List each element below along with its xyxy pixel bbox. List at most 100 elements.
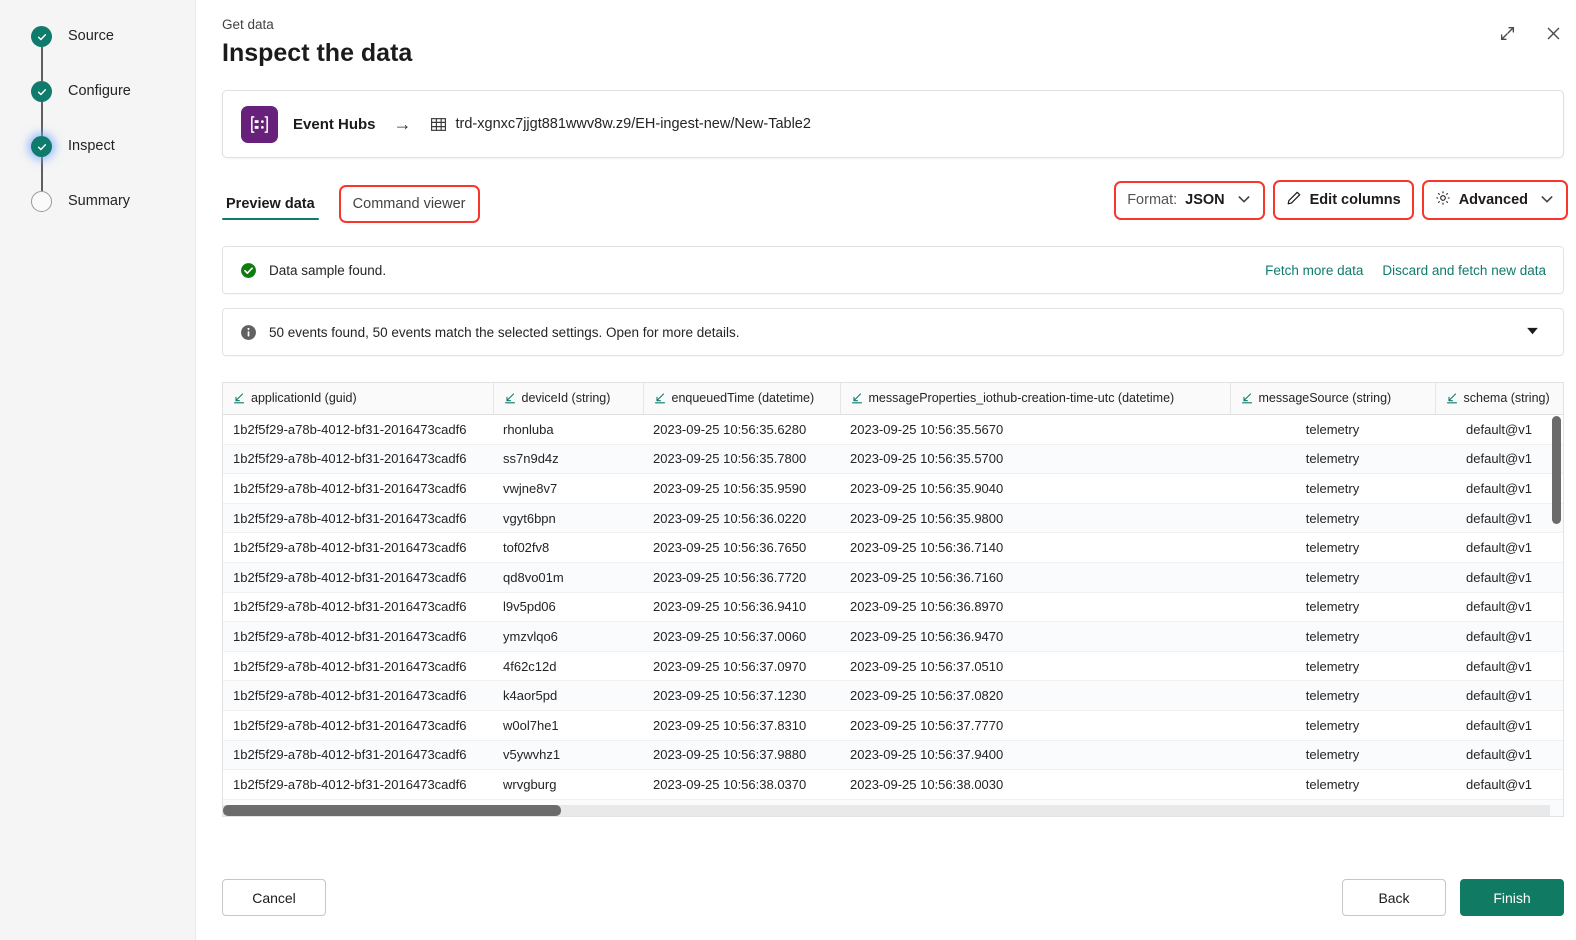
back-button[interactable]: Back — [1342, 879, 1446, 916]
table-row[interactable]: 1b2f5f29-a78b-4012-bf31-2016473cadf6 tof0… — [223, 532, 1563, 563]
table-row[interactable]: 1b2f5f29-a78b-4012-bf31-2016473cadf6 ymzv… — [223, 621, 1563, 652]
tab-preview-data[interactable]: Preview data — [222, 196, 319, 220]
table-cell: k4aor5pd — [493, 680, 643, 711]
table-row[interactable]: 1b2f5f29-a78b-4012-bf31-2016473cadf6 w0ol… — [223, 710, 1563, 741]
table-cell: ss7n9d4z — [493, 444, 643, 475]
table-cell: telemetry — [1230, 769, 1435, 800]
table-cell: 2023-09-25 10:56:38.0370 — [643, 769, 840, 800]
table-row[interactable]: 1b2f5f29-a78b-4012-bf31-2016473cadf6 qd8v… — [223, 562, 1563, 593]
column-header-label: messageSource (string) — [1258, 391, 1392, 405]
source-summary-card: Event Hubs → trd-xgnxc7jjgt881wwv8w.z9/E… — [222, 90, 1564, 158]
column-header-messagesource[interactable]: messageSource (string) — [1229, 383, 1435, 415]
table-cell: 2023-09-25 10:56:37.1230 — [643, 680, 840, 711]
expand-icon[interactable] — [1492, 18, 1522, 48]
table-horizontal-scrollbar[interactable] — [223, 805, 1550, 816]
advanced-dropdown[interactable]: Advanced — [1421, 180, 1569, 220]
column-header-label: applicationId (guid) — [251, 391, 357, 405]
discard-and-fetch-link[interactable]: Discard and fetch new data — [1382, 263, 1546, 278]
wizard-footer: Cancel Back Finish — [196, 855, 1576, 940]
table-cell: 2023-09-25 10:56:35.9800 — [840, 503, 1230, 534]
advanced-label: Advanced — [1458, 192, 1528, 208]
cancel-button[interactable]: Cancel — [222, 879, 326, 916]
data-preview-table: applicationId (guid) deviceId (string) e… — [222, 382, 1564, 817]
finish-button[interactable]: Finish — [1460, 879, 1564, 916]
sidebar-step-inspect[interactable]: Inspect — [31, 136, 195, 191]
table-cell: 2023-09-25 10:56:36.7140 — [840, 532, 1230, 563]
sidebar-step-configure[interactable]: Configure — [31, 81, 195, 136]
table-row[interactable]: 1b2f5f29-a78b-4012-bf31-2016473cadf6 ss7n… — [223, 444, 1563, 475]
data-sample-text: Data sample found. — [269, 262, 387, 278]
format-label: Format: — [1127, 192, 1178, 208]
column-header-label: messageProperties_iothub-creation-time-u… — [868, 391, 1175, 405]
success-check-icon — [240, 262, 257, 279]
table-cell: default@v1 — [1435, 680, 1563, 711]
table-cell: 2023-09-25 10:56:37.9400 — [840, 740, 1230, 771]
table-cell: telemetry — [1230, 503, 1435, 534]
edit-columns-button[interactable]: Edit columns — [1272, 180, 1414, 220]
table-cell: qd8vo01m — [493, 562, 643, 593]
column-header-applicationid[interactable]: applicationId (guid) — [223, 383, 493, 415]
step-pending-icon — [31, 191, 52, 212]
sidebar-step-summary[interactable]: Summary — [31, 191, 195, 246]
table-cell: telemetry — [1230, 473, 1435, 504]
column-header-schema[interactable]: schema (string) — [1434, 383, 1563, 415]
event-hubs-icon — [241, 105, 278, 143]
step-complete-icon — [31, 81, 52, 102]
table-cell: telemetry — [1230, 414, 1435, 445]
table-cell: 1b2f5f29-a78b-4012-bf31-2016473cadf6 — [223, 592, 493, 623]
table-row[interactable]: 1b2f5f29-a78b-4012-bf31-2016473cadf6 k4ao… — [223, 680, 1563, 711]
table-cell: default@v1 — [1435, 503, 1563, 534]
table-header: applicationId (guid) deviceId (string) e… — [223, 383, 1563, 415]
table-cell: 1b2f5f29-a78b-4012-bf31-2016473cadf6 — [223, 621, 493, 652]
table-cell: rhonluba — [493, 414, 643, 445]
chevron-down-icon[interactable] — [1519, 319, 1546, 345]
table-cell: 1b2f5f29-a78b-4012-bf31-2016473cadf6 — [223, 532, 493, 563]
column-header-enqueuedtime[interactable]: enqueuedTime (datetime) — [642, 383, 840, 415]
format-dropdown[interactable]: Format: JSON — [1114, 180, 1265, 220]
fetch-more-data-link[interactable]: Fetch more data — [1265, 263, 1363, 278]
banner-actions: Fetch more data Discard and fetch new da… — [1265, 263, 1546, 278]
data-sample-banner: Data sample found. Fetch more data Disca… — [222, 246, 1564, 294]
table-cell: 1b2f5f29-a78b-4012-bf31-2016473cadf6 — [223, 740, 493, 771]
table-cell: 2023-09-25 10:56:37.8310 — [643, 710, 840, 741]
table-row[interactable]: 1b2f5f29-a78b-4012-bf31-2016473cadf6 l9v5… — [223, 592, 1563, 623]
table-cell: 1b2f5f29-a78b-4012-bf31-2016473cadf6 — [223, 414, 493, 445]
horizontal-scroll-thumb[interactable] — [223, 805, 562, 816]
table-row[interactable]: 1b2f5f29-a78b-4012-bf31-2016473cadf6 4f62… — [223, 651, 1563, 682]
table-cell: 2023-09-25 10:56:37.9880 — [643, 740, 840, 771]
table-cell: 2023-09-25 10:56:36.7160 — [840, 562, 1230, 593]
table-row[interactable]: 1b2f5f29-a78b-4012-bf31-2016473cadf6 vwjn… — [223, 473, 1563, 504]
table-row[interactable]: 1b2f5f29-a78b-4012-bf31-2016473cadf6 rhon… — [223, 414, 1563, 445]
table-cell: 2023-09-25 10:56:38.0030 — [840, 769, 1230, 800]
table-vertical-scrollbar[interactable] — [1552, 416, 1561, 786]
column-header-deviceid[interactable]: deviceId (string) — [492, 383, 643, 415]
column-header-label: schema (string) — [1463, 391, 1550, 405]
table-cell: telemetry — [1230, 651, 1435, 682]
table-cell: default@v1 — [1435, 710, 1563, 741]
step-connector — [41, 157, 43, 191]
preview-table: applicationId (guid) deviceId (string) e… — [223, 383, 1563, 816]
close-icon[interactable] — [1538, 18, 1568, 48]
table-cell: 2023-09-25 10:56:37.7770 — [840, 710, 1230, 741]
table-row[interactable]: 1b2f5f29-a78b-4012-bf31-2016473cadf6 v5yw… — [223, 740, 1563, 771]
table-cell: 2023-09-25 10:56:35.6280 — [643, 414, 840, 445]
sidebar-step-label: Configure — [68, 83, 131, 99]
gear-icon — [1435, 190, 1451, 210]
tab-command-viewer[interactable]: Command viewer — [338, 185, 480, 223]
column-header-messageproperties[interactable]: messageProperties_iothub-creation-time-u… — [839, 383, 1230, 415]
table-cell: 2023-09-25 10:56:36.0220 — [643, 503, 840, 534]
panel-header: Get data Inspect the data — [196, 0, 1576, 69]
sidebar-step-label: Source — [68, 28, 114, 44]
footer-right-actions: Back Finish — [1342, 879, 1564, 916]
table-row[interactable]: 1b2f5f29-a78b-4012-bf31-2016473cadf6 vgyt… — [223, 503, 1563, 534]
sidebar-step-source[interactable]: Source — [31, 26, 195, 81]
table-cell: default@v1 — [1435, 444, 1563, 475]
edit-columns-label: Edit columns — [1309, 192, 1401, 208]
table-cell: 2023-09-25 10:56:37.0820 — [840, 680, 1230, 711]
column-header-label: deviceId (string) — [521, 391, 611, 405]
table-row[interactable]: 1b2f5f29-a78b-4012-bf31-2016473cadf6 wrvg… — [223, 769, 1563, 800]
table-cell: telemetry — [1230, 621, 1435, 652]
vertical-scroll-thumb[interactable] — [1552, 416, 1561, 524]
step-complete-icon — [31, 26, 52, 47]
step-connector — [41, 102, 43, 136]
